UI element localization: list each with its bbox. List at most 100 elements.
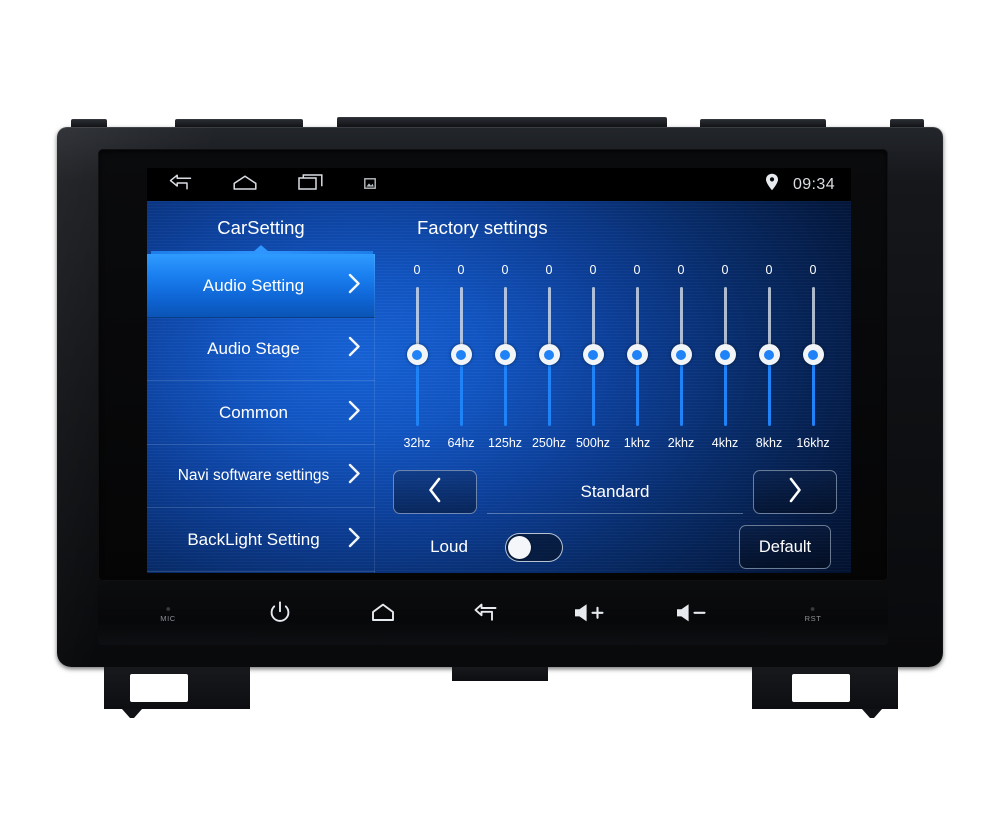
chevron-right-icon bbox=[348, 273, 361, 299]
slider-thumb[interactable] bbox=[670, 344, 692, 365]
mount-bracket-bottom-left bbox=[104, 667, 250, 709]
volume-down-icon bbox=[675, 603, 709, 628]
location-pin-icon bbox=[765, 173, 779, 196]
eq-band-2khz: 0 2khz bbox=[661, 264, 701, 460]
hardware-reset[interactable]: RST bbox=[805, 585, 822, 645]
eq-band-label: 4khz bbox=[711, 436, 739, 450]
screenshot-canvas: 09:34 CarSetting Factory settings Audio … bbox=[0, 0, 1000, 815]
hardware-volume-down-button[interactable] bbox=[675, 585, 709, 645]
hardware-home-button[interactable] bbox=[371, 585, 395, 645]
eq-band-label: 250hz bbox=[531, 436, 567, 450]
eq-preset-display[interactable]: Standard bbox=[487, 470, 743, 514]
android-status-bar: 09:34 bbox=[147, 168, 851, 201]
chevron-right-icon bbox=[348, 400, 361, 426]
eq-band-value: 0 bbox=[677, 263, 685, 277]
recents-icon[interactable] bbox=[298, 174, 323, 195]
chevron-right-icon bbox=[348, 463, 361, 489]
eq-band-8khz: 0 8khz bbox=[749, 264, 789, 460]
preset-prev-button[interactable] bbox=[393, 470, 477, 514]
sidebar-item-audio-stage[interactable]: Audio Stage bbox=[147, 318, 375, 382]
head-unit-chassis: 09:34 CarSetting Factory settings Audio … bbox=[57, 127, 943, 667]
back-icon bbox=[474, 603, 498, 627]
home-icon bbox=[371, 603, 395, 627]
loudness-row: Loud Default bbox=[393, 523, 837, 571]
eq-band-value: 0 bbox=[809, 263, 817, 277]
eq-preset-label: Standard bbox=[580, 481, 650, 501]
loud-toggle[interactable] bbox=[505, 532, 563, 562]
eq-band-slider[interactable] bbox=[705, 281, 745, 431]
eq-band-slider[interactable] bbox=[573, 281, 613, 431]
eq-band-slider[interactable] bbox=[485, 281, 525, 431]
slider-thumb[interactable] bbox=[626, 344, 648, 365]
eq-band-value: 0 bbox=[457, 263, 465, 277]
equalizer-panel: 0 32hz 0 64hz 0 125hz 0 250hz 0 500hz 0 … bbox=[375, 254, 851, 573]
slider-track-lower bbox=[459, 360, 463, 426]
panel-title: Factory settings bbox=[375, 201, 851, 254]
slider-thumb[interactable] bbox=[450, 344, 472, 365]
eq-band-label: 125hz bbox=[487, 436, 523, 450]
screenshot-icon[interactable] bbox=[364, 176, 376, 194]
tab-carsetting[interactable]: CarSetting bbox=[147, 201, 375, 254]
bracket-foot-left bbox=[122, 709, 142, 718]
mount-bracket-bottom-center bbox=[452, 667, 548, 681]
lcd-screen: 09:34 CarSetting Factory settings Audio … bbox=[147, 168, 851, 573]
eq-band-value: 0 bbox=[633, 263, 641, 277]
eq-band-1khz: 0 1khz bbox=[617, 264, 657, 460]
eq-band-slider[interactable] bbox=[661, 281, 701, 431]
reset-hole-icon bbox=[811, 607, 815, 611]
eq-band-slider[interactable] bbox=[441, 281, 481, 431]
slider-thumb[interactable] bbox=[582, 344, 604, 365]
hardware-back-button[interactable] bbox=[474, 585, 498, 645]
eq-band-125hz: 0 125hz bbox=[485, 264, 525, 460]
status-bar-clock: 09:34 bbox=[792, 175, 835, 193]
eq-band-slider[interactable] bbox=[397, 281, 437, 431]
sidebar-item-label: BackLight Setting bbox=[187, 529, 320, 549]
sidebar-item-audio-setting[interactable]: Audio Setting bbox=[147, 254, 375, 318]
mount-bracket-bottom-right bbox=[752, 667, 898, 709]
slider-track-lower bbox=[767, 360, 771, 426]
eq-band-slider[interactable] bbox=[749, 281, 789, 431]
sidebar-item-label: Common bbox=[219, 402, 288, 422]
eq-band-slider[interactable] bbox=[529, 281, 569, 431]
home-icon[interactable] bbox=[233, 174, 257, 195]
slider-track-lower bbox=[415, 360, 419, 426]
slider-thumb[interactable] bbox=[494, 344, 516, 365]
slider-track-lower bbox=[547, 360, 551, 426]
loud-label: Loud bbox=[430, 537, 468, 556]
eq-band-label: 64hz bbox=[447, 436, 475, 450]
sidebar-item-navi-software-settings[interactable]: Navi software settings bbox=[147, 445, 375, 509]
volume-up-icon bbox=[573, 603, 607, 628]
eq-band-slider[interactable] bbox=[793, 281, 833, 431]
sidebar-item-label: Audio Stage bbox=[207, 339, 300, 359]
hardware-volume-up-button[interactable] bbox=[573, 585, 607, 645]
eq-preset-row: Standard bbox=[393, 469, 837, 515]
preset-next-button[interactable] bbox=[753, 470, 837, 514]
hardware-power-button[interactable] bbox=[269, 585, 291, 645]
bracket-cutout bbox=[792, 674, 850, 702]
slider-track-lower bbox=[723, 360, 727, 426]
eq-band-250hz: 0 250hz bbox=[529, 264, 569, 460]
slider-thumb[interactable] bbox=[538, 344, 560, 365]
eq-band-value: 0 bbox=[501, 263, 509, 277]
slider-thumb[interactable] bbox=[802, 344, 824, 365]
eq-band-value: 0 bbox=[721, 263, 729, 277]
settings-sidebar: Audio Setting Audio Stage Common Navi so… bbox=[147, 254, 375, 573]
default-button[interactable]: Default bbox=[739, 525, 831, 569]
bracket-foot-right bbox=[862, 709, 882, 718]
sidebar-item-common[interactable]: Common bbox=[147, 381, 375, 445]
eq-band-value: 0 bbox=[589, 263, 597, 277]
slider-thumb[interactable] bbox=[758, 344, 780, 365]
back-icon[interactable] bbox=[169, 173, 192, 196]
eq-band-value: 0 bbox=[545, 263, 553, 277]
equalizer-band-list: 0 32hz 0 64hz 0 125hz 0 250hz 0 500hz 0 … bbox=[393, 264, 837, 460]
eq-band-16khz: 0 16khz bbox=[793, 264, 833, 460]
eq-band-slider[interactable] bbox=[617, 281, 657, 431]
tab-carsetting-label: CarSetting bbox=[217, 216, 305, 238]
slider-thumb[interactable] bbox=[714, 344, 736, 365]
eq-band-value: 0 bbox=[765, 263, 773, 277]
hardware-mic-label: MIC bbox=[160, 614, 176, 623]
slider-thumb[interactable] bbox=[406, 344, 428, 365]
sidebar-item-label: Audio Setting bbox=[202, 275, 305, 295]
microphone-hole-icon bbox=[166, 607, 170, 611]
sidebar-item-backlight-setting[interactable]: BackLight Setting bbox=[147, 508, 375, 572]
